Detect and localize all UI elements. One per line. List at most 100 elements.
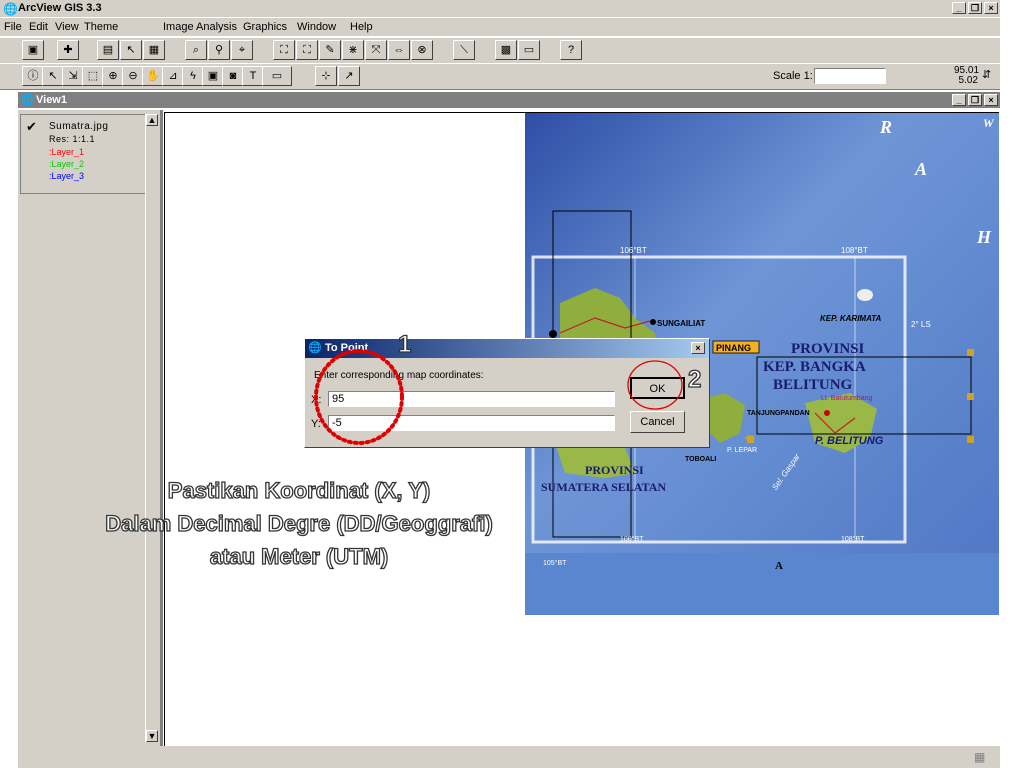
menu-image-analysis[interactable]: Image Analysis bbox=[163, 21, 237, 33]
app-window-controls: _ ❐ × bbox=[952, 2, 998, 14]
checkmark-icon[interactable]: ✔ bbox=[26, 119, 37, 135]
measure-icon[interactable]: ⊿ bbox=[162, 66, 184, 86]
scroll-down-icon[interactable]: ▼ bbox=[146, 730, 158, 742]
cancel-button[interactable]: Cancel bbox=[630, 411, 685, 433]
pan-icon[interactable]: ✋ bbox=[142, 66, 164, 86]
menu-bar: File Edit View Theme Image Analysis Grap… bbox=[0, 18, 1000, 36]
zoom-active-themes-icon[interactable]: ⛶ bbox=[296, 40, 318, 60]
map-label-bt5: 105°BT bbox=[543, 559, 567, 567]
y-label: Y: bbox=[311, 418, 321, 430]
dialog-globe-icon: 🌐 bbox=[308, 342, 322, 354]
resize-grip-icon[interactable]: ▦ bbox=[974, 750, 985, 764]
view-maximize-icon[interactable]: ❐ bbox=[968, 94, 982, 106]
coordinate-y-readout: 5.02 bbox=[958, 75, 978, 86]
map-label-ra-a: A bbox=[914, 159, 927, 179]
scale-label: Scale 1: bbox=[773, 70, 813, 82]
scale-input[interactable] bbox=[814, 68, 886, 84]
layer-2-label: :Layer_2 bbox=[49, 159, 85, 169]
dialog-title: To Point bbox=[325, 342, 369, 354]
snap-icon[interactable]: ⊹ bbox=[315, 66, 337, 86]
tool-bar: ⓘ ↖ ⇲ ⬚ ⊕ ⊖ ✋ ⊿ ϟ ▣ ◙ T ▭ ⊹ ↗ Scale 1: 9… bbox=[0, 63, 1000, 90]
hot-link-icon[interactable]: ▩ bbox=[495, 40, 517, 60]
help-pointer-icon[interactable]: ? bbox=[560, 40, 582, 60]
clear-selected-icon[interactable]: ⊗ bbox=[411, 40, 433, 60]
menu-view[interactable]: View bbox=[55, 21, 79, 33]
draw-rectangle-icon[interactable]: ▭ bbox=[262, 66, 292, 86]
vertex-edit-icon[interactable]: ⇲ bbox=[62, 66, 84, 86]
menu-help[interactable]: Help bbox=[350, 21, 373, 33]
draw-line-icon[interactable]: ↗ bbox=[338, 66, 360, 86]
annotation-line-3: atau Meter (UTM) bbox=[209, 543, 389, 569]
label-icon[interactable]: ◙ bbox=[222, 66, 244, 86]
ok-button[interactable]: OK bbox=[630, 377, 685, 399]
select-by-theme-icon[interactable]: ⟍ bbox=[453, 40, 475, 60]
dialog-prompt: Enter corresponding map coordinates: bbox=[314, 370, 484, 381]
map-label-sumsel: SUMATERA SELATAN bbox=[541, 480, 666, 494]
select-feature-icon[interactable]: ⬚ bbox=[82, 66, 104, 86]
maximize-icon[interactable]: ❐ bbox=[968, 2, 982, 14]
query-builder-icon[interactable]: ⌖ bbox=[231, 40, 253, 60]
map-label-toboali: TOBOALI bbox=[685, 456, 716, 463]
menu-edit[interactable]: Edit bbox=[29, 21, 48, 33]
map-label-bt4: 108°BT bbox=[841, 535, 865, 543]
edit-legend-icon[interactable]: ↖ bbox=[120, 40, 142, 60]
add-theme-icon[interactable]: ✚ bbox=[57, 40, 79, 60]
map-label-ra-w: W bbox=[983, 116, 995, 130]
pointer-icon[interactable]: ↖ bbox=[42, 66, 64, 86]
scroll-up-icon[interactable]: ▲ bbox=[146, 114, 158, 126]
zoom-in-grid-icon[interactable]: ⋇ bbox=[342, 40, 364, 60]
menu-file[interactable]: File bbox=[4, 21, 22, 33]
hot-link-tool-icon[interactable]: ϟ bbox=[182, 66, 204, 86]
find-icon[interactable]: ⌕ bbox=[185, 40, 207, 60]
dialog-title-bar: 🌐 To Point × bbox=[305, 339, 709, 358]
annotation-number-2: 2 bbox=[687, 365, 702, 393]
map-label-provinsi1: PROVINSI bbox=[791, 341, 865, 357]
view-close-icon[interactable]: × bbox=[984, 94, 998, 106]
zoom-out-grid-icon[interactable]: ⤧ bbox=[365, 40, 387, 60]
area-of-interest-icon[interactable]: ▣ bbox=[202, 66, 224, 86]
zoom-out-icon[interactable]: ⊖ bbox=[122, 66, 144, 86]
minimize-icon[interactable]: _ bbox=[952, 2, 966, 14]
theme-entry[interactable]: ✔ Sumatra.jpg Res: 1:1.1 :Layer_1 :Layer… bbox=[20, 114, 146, 194]
text-icon[interactable]: T bbox=[242, 66, 264, 86]
coordinate-arrows-icon: ⇵ bbox=[982, 69, 992, 81]
y-coordinate-input[interactable]: -5 bbox=[328, 415, 615, 431]
menu-graphics[interactable]: Graphics bbox=[243, 21, 287, 33]
menu-window[interactable]: Window bbox=[297, 21, 336, 33]
map-label-sungailiat: SUNGAILIAT bbox=[657, 319, 705, 328]
map-label-bt1: 106°BT bbox=[620, 246, 647, 255]
view-globe-icon: 🌐 bbox=[21, 94, 35, 106]
zoom-previous-icon[interactable]: ⇔ bbox=[388, 40, 410, 60]
table-of-contents: ✔ Sumatra.jpg Res: 1:1.1 :Layer_1 :Layer… bbox=[18, 110, 163, 746]
locate-address-icon[interactable]: ⚲ bbox=[208, 40, 230, 60]
app-title-bar: 🌐 ArcView GIS 3.3 _ ❐ × bbox=[0, 0, 1000, 17]
map-label-ls: 2° LS bbox=[911, 320, 931, 329]
view-minimize-icon[interactable]: _ bbox=[952, 94, 966, 106]
view-title: View1 bbox=[36, 94, 67, 106]
close-icon[interactable]: × bbox=[984, 2, 998, 14]
dialog-close-icon[interactable]: × bbox=[691, 342, 705, 354]
button-bar: ▣ ✚ ▤ ↖ ▦ ⌕ ⚲ ⌖ ⛶ ⛶ ✎ ⋇ ⤧ ⇔ ⊗ ⟍ ▩ ▭ ? bbox=[0, 37, 1000, 64]
identify-icon[interactable]: ⓘ bbox=[22, 66, 44, 86]
zoom-in-icon[interactable]: ⊕ bbox=[102, 66, 124, 86]
zoom-selected-icon[interactable]: ✎ bbox=[319, 40, 341, 60]
map-label-belitung: BELITUNG bbox=[773, 377, 853, 393]
toc-scrollbar[interactable]: ▲ ▼ bbox=[145, 114, 158, 742]
map-label-bt2: 108°BT bbox=[841, 246, 868, 255]
theme-resolution: Res: 1:1.1 bbox=[49, 134, 96, 144]
map-label-pangkalpinang: PINANG bbox=[716, 343, 751, 353]
menu-theme[interactable]: Theme bbox=[84, 21, 118, 33]
map-label-pbelitung: P. BELITUNG bbox=[815, 435, 884, 447]
app-title: ArcView GIS 3.3 bbox=[18, 2, 102, 14]
open-table-icon[interactable]: ▦ bbox=[143, 40, 165, 60]
save-icon[interactable]: ▣ bbox=[22, 40, 44, 60]
annotation-line-1: Pastikan Koordinat (X, Y) bbox=[167, 477, 431, 503]
layout-icon[interactable]: ▭ bbox=[518, 40, 540, 60]
map-label-bt3: 106°BT bbox=[620, 535, 644, 543]
map-label-karimata: KEP. KARIMATA bbox=[820, 314, 882, 323]
theme-properties-icon[interactable]: ▤ bbox=[97, 40, 119, 60]
x-coordinate-input[interactable]: 95 bbox=[328, 391, 615, 407]
zoom-full-extent-icon[interactable]: ⛶ bbox=[273, 40, 295, 60]
layer-1-label: :Layer_1 bbox=[49, 147, 85, 157]
view-title-bar: 🌐 View1 _ ❐ × bbox=[18, 92, 1000, 108]
